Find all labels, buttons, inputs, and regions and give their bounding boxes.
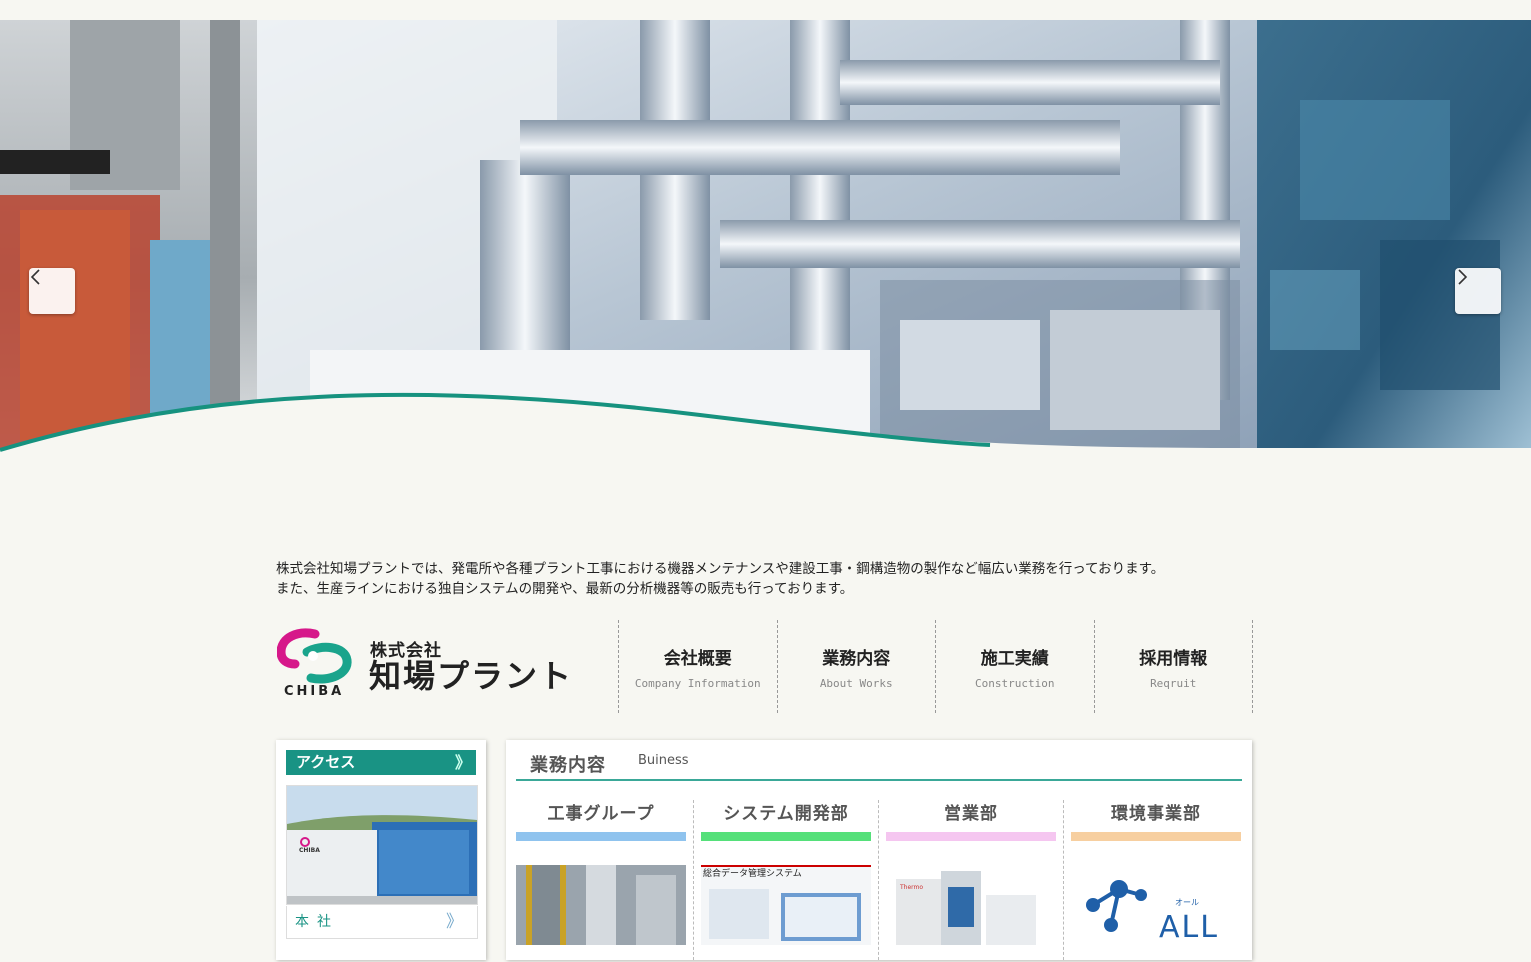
headquarters-link[interactable]: 本社 》 bbox=[286, 906, 478, 939]
nav-item-label: 業務内容 bbox=[822, 648, 891, 669]
access-label: アクセス bbox=[296, 753, 356, 771]
access-sidebar: アクセス 》 CHIBA 本社 》 bbox=[276, 740, 486, 960]
dept-image: 総合データ管理システム bbox=[701, 865, 871, 945]
nav-item-label: 会社概要 bbox=[663, 648, 732, 669]
dept-title: 営業部 bbox=[944, 804, 998, 824]
dept-system-dev[interactable]: システム開発部 総合データ管理システム bbox=[701, 802, 871, 962]
dept-sales[interactable]: 営業部 Thermo bbox=[886, 802, 1056, 962]
dept-color-bar bbox=[886, 832, 1056, 841]
building-image: CHIBA bbox=[287, 786, 477, 904]
nav-item-company[interactable]: 会社概要 Company Information bbox=[619, 620, 778, 713]
intro-line-1: 株式会社知場プラントでは、発電所や各種プラント工事における機器メンテナンスや建設… bbox=[276, 561, 1165, 577]
dept-color-bar bbox=[516, 832, 686, 841]
business-title: 業務内容 bbox=[530, 755, 606, 776]
hero-slider bbox=[0, 20, 1531, 500]
headquarters-photo[interactable]: CHIBA bbox=[286, 785, 478, 905]
nav-item-label: 採用情報 bbox=[1139, 648, 1208, 669]
dept-image bbox=[516, 865, 686, 945]
slider-prev-button[interactable] bbox=[29, 268, 75, 314]
nav-item-sublabel: Company Information bbox=[634, 676, 761, 690]
intro-text: 株式会社知場プラントでは、発電所や各種プラント工事における機器メンテナンスや建設… bbox=[276, 559, 1164, 599]
logo-mark-text: CHIBA bbox=[284, 684, 345, 699]
business-section: 業務内容 Buiness 工事グループ システム開発部 総合データ管理システム bbox=[506, 740, 1252, 960]
dept-color-bar bbox=[701, 832, 871, 841]
chevron-right-icon bbox=[1458, 269, 1468, 285]
dept-color-bar bbox=[1071, 832, 1241, 841]
system-image-caption: 総合データ管理システム bbox=[703, 867, 802, 879]
nav-item-sublabel: About Works bbox=[819, 676, 893, 690]
global-nav: 会社概要 Company Information 業務内容 About Work… bbox=[618, 620, 1253, 713]
section-divider bbox=[516, 779, 1242, 781]
hero-image bbox=[0, 20, 1531, 500]
nav-item-recruit[interactable]: 採用情報 Reqruit bbox=[1095, 620, 1253, 713]
nav-item-works[interactable]: 業務内容 About Works bbox=[778, 620, 936, 713]
slider-next-button[interactable] bbox=[1455, 268, 1501, 314]
headquarters-label: 本社 bbox=[295, 914, 339, 930]
dept-environment[interactable]: 環境事業部 オール ALL bbox=[1071, 802, 1241, 962]
nav-item-construction[interactable]: 施工実績 Construction bbox=[936, 620, 1095, 713]
env-logo-big: ALL bbox=[1159, 910, 1219, 945]
building-logo-text: CHIBA bbox=[299, 847, 320, 854]
logo-company-name: 知場プラント bbox=[369, 657, 574, 695]
chevron-left-icon bbox=[30, 269, 40, 285]
dept-separator bbox=[693, 800, 694, 960]
dept-image: オール ALL bbox=[1071, 865, 1241, 945]
nav-item-sublabel: Reqruit bbox=[1150, 676, 1197, 690]
double-chevron-icon: 》 bbox=[454, 753, 471, 772]
dept-title: システム開発部 bbox=[723, 804, 849, 824]
dept-title: 環境事業部 bbox=[1111, 804, 1201, 824]
dept-title: 工事グループ bbox=[547, 804, 655, 824]
access-header[interactable]: アクセス 》 bbox=[286, 750, 476, 775]
logo-mark-icon bbox=[277, 628, 352, 684]
analyzer-brand-text: Thermo bbox=[899, 884, 923, 891]
nav-item-label: 施工実績 bbox=[980, 648, 1049, 669]
dept-separator bbox=[878, 800, 879, 960]
nav-item-sublabel: Construction bbox=[975, 676, 1055, 690]
dept-construction[interactable]: 工事グループ bbox=[516, 802, 686, 962]
dept-image: Thermo bbox=[886, 865, 1056, 945]
intro-line-2: また、生産ラインにおける独自システムの開発や、最新の分析機器等の販売も行っており… bbox=[276, 581, 854, 597]
double-chevron-icon: 》 bbox=[446, 912, 463, 932]
dept-separator bbox=[1063, 800, 1064, 960]
env-logo-small: オール bbox=[1175, 898, 1199, 907]
business-subtitle: Buiness bbox=[638, 753, 689, 768]
